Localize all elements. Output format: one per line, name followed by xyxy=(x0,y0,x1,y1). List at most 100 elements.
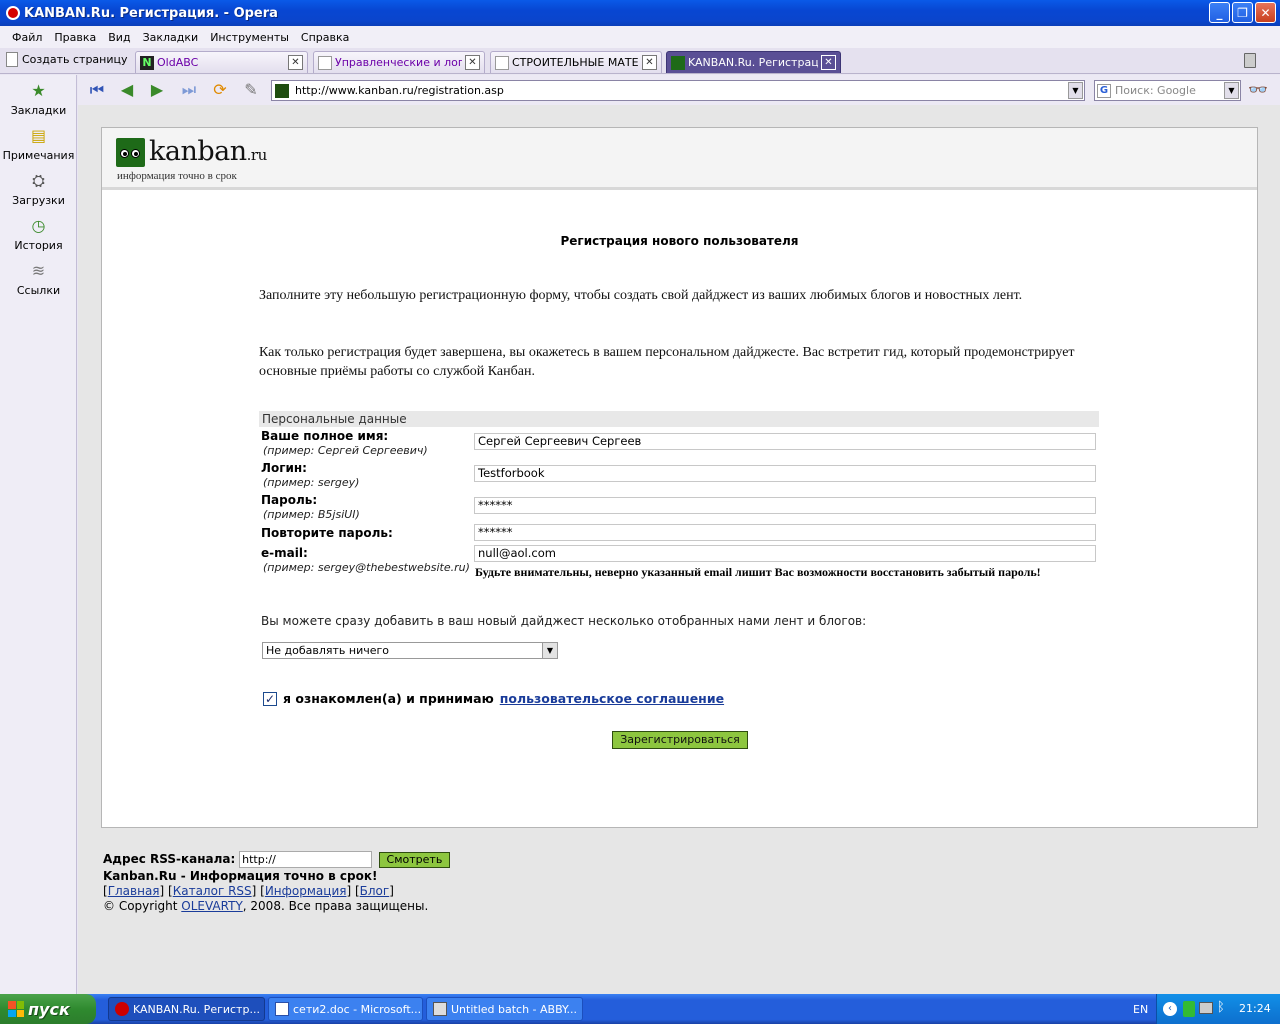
agreement-checkbox[interactable]: ✓ xyxy=(263,691,277,706)
page-title: Регистрация нового пользователя xyxy=(560,234,799,248)
forward-icon[interactable]: ▶ xyxy=(146,80,168,100)
panel-notes[interactable]: ▤ Примечания xyxy=(0,125,77,162)
google-icon: G xyxy=(1097,83,1111,98)
rss-url-field[interactable]: http:// xyxy=(239,851,373,868)
page-icon xyxy=(495,55,509,70)
name-hint: (пример: Сергей Сергеевич) xyxy=(263,444,428,457)
menu-help[interactable]: Справка xyxy=(295,31,355,44)
search-dropdown-icon[interactable]: ▼ xyxy=(1224,82,1239,99)
chevron-down-icon[interactable]: ▼ xyxy=(542,643,557,658)
edit-icon[interactable]: ✎ xyxy=(240,80,262,100)
tab-bar: Создать страницу N OldABC ✕ Управленческ… xyxy=(0,48,1280,74)
start-button[interactable]: пуск xyxy=(0,994,96,1024)
footer-link-catalog[interactable]: Каталог RSS xyxy=(173,884,252,898)
start-label: пуск xyxy=(28,999,70,1019)
close-button[interactable]: ✕ xyxy=(1255,2,1276,23)
menu-bookmarks[interactable]: Закладки xyxy=(137,31,205,44)
page-icon xyxy=(318,55,332,70)
fast-forward-icon[interactable]: ⏭ xyxy=(178,80,200,100)
downloads-icon: ⛭ xyxy=(32,171,45,190)
windows-flag-icon xyxy=(8,1001,24,1017)
tab-building[interactable]: СТРОИТЕЛЬНЫЕ МАТЕР... ✕ xyxy=(490,51,662,73)
feeds-select[interactable]: Не добавлять ничего ▼ xyxy=(262,642,558,659)
menu-edit[interactable]: Правка xyxy=(48,31,102,44)
clock[interactable]: 21:24 xyxy=(1239,1002,1271,1015)
password-label: Пароль: xyxy=(261,493,318,507)
address-dropdown-icon[interactable]: ▼ xyxy=(1068,82,1083,99)
panel-downloads[interactable]: ⛭ Загрузки xyxy=(0,170,77,207)
footer-link-home[interactable]: Главная xyxy=(108,884,160,898)
password-repeat-field[interactable]: ****** xyxy=(474,524,1096,541)
address-bar[interactable]: http://www.kanban.ru/registration.asp ▼ xyxy=(271,80,1085,101)
tray-security-icon[interactable] xyxy=(1183,1001,1195,1017)
back-icon[interactable]: ◀ xyxy=(116,80,138,100)
tray-network-icon[interactable] xyxy=(1199,1002,1213,1014)
windows-taskbar: пуск KANBAN.Ru. Регистр... сети2.doc - M… xyxy=(0,994,1280,1024)
section-personal-data: Персональные данные xyxy=(259,411,1099,427)
olevarty-link[interactable]: OLEVARTY xyxy=(181,899,243,913)
word-document-icon xyxy=(275,1002,289,1016)
email-hint: (пример: sergey@thebestwebsite.ru) xyxy=(263,561,470,574)
panel-links[interactable]: ≋ Ссылки xyxy=(0,260,77,297)
navigation-bar: ⏮ ◀ ▶ ⏭ ⟳ ✎ http://www.kanban.ru/registr… xyxy=(78,75,1280,105)
language-indicator[interactable]: EN xyxy=(1133,1003,1148,1016)
task-word[interactable]: сети2.doc - Microsoft... xyxy=(268,997,423,1021)
user-agreement-link[interactable]: пользовательское соглашение xyxy=(500,691,724,706)
system-tray: ‹ ᛒ 21:24 xyxy=(1156,994,1280,1024)
search-box[interactable]: G Поиск: Google ▼ xyxy=(1094,80,1241,101)
page-footer: Адрес RSS-канала: http:// Смотреть Kanba… xyxy=(103,850,450,914)
close-tab-icon[interactable]: ✕ xyxy=(642,55,657,70)
site-tagline: информация точно в срок xyxy=(117,170,237,182)
tab-oldabc[interactable]: N OldABC ✕ xyxy=(135,51,308,73)
zoom-glasses-icon[interactable]: 👓 xyxy=(1248,80,1268,99)
site-logo-text[interactable]: kanban.ru xyxy=(149,136,267,167)
footer-links: [Главная] [Каталог RSS] [Информация] [Бл… xyxy=(103,884,394,898)
footer-link-info[interactable]: Информация xyxy=(265,884,347,898)
full-name-field[interactable]: Сергей Сергеевич Сергеев xyxy=(474,433,1096,450)
rss-label: Адрес RSS-канала: xyxy=(103,852,236,866)
address-url: http://www.kanban.ru/registration.asp xyxy=(295,84,504,97)
footer-link-blog[interactable]: Блог xyxy=(360,884,390,898)
close-tab-icon[interactable]: ✕ xyxy=(288,55,303,70)
email-warning: Будьте внимательны, неверно указанный em… xyxy=(475,565,1041,579)
footer-slogan: Kanban.Ru - Информация точно в срок! xyxy=(103,869,378,883)
close-tab-icon[interactable]: ✕ xyxy=(821,55,836,70)
kanban-logo-icon[interactable] xyxy=(116,138,145,167)
agreement-row: ✓ я ознакомлен(а) и принимаю пользовател… xyxy=(263,691,724,706)
register-button[interactable]: Зарегистрироваться xyxy=(612,731,748,749)
site-header: kanban.ru информация точно в срок xyxy=(102,128,1257,190)
panel-bookmarks[interactable]: ★ Закладки xyxy=(0,80,77,117)
task-abbyy[interactable]: Untitled batch - ABBY... xyxy=(426,997,583,1021)
password-repeat-label: Повторите пароль: xyxy=(261,526,393,540)
panel-history[interactable]: ◷ История xyxy=(0,215,77,252)
password-field[interactable]: ****** xyxy=(474,497,1096,514)
bluetooth-icon[interactable]: ᛒ xyxy=(1217,1000,1225,1015)
kanban-favicon-icon xyxy=(671,55,685,70)
bookmarks-icon: ★ xyxy=(31,81,46,100)
tab-management[interactable]: Управленческие и логи... ✕ xyxy=(313,51,485,73)
menu-file[interactable]: Файл xyxy=(6,31,48,44)
task-label: KANBAN.Ru. Регистр... xyxy=(133,1002,260,1016)
rewind-icon[interactable]: ⏮ xyxy=(86,80,108,100)
opera-icon xyxy=(115,1002,129,1016)
side-panel: ★ Закладки ▤ Примечания ⛭ Загрузки ◷ Ист… xyxy=(0,75,77,994)
close-tab-icon[interactable]: ✕ xyxy=(465,55,480,70)
tab-label: KANBAN.Ru. Регистрация. xyxy=(688,56,818,69)
tab-kanban[interactable]: KANBAN.Ru. Регистрация. ✕ xyxy=(666,51,841,73)
menu-view[interactable]: Вид xyxy=(102,31,136,44)
trash-icon[interactable] xyxy=(1244,53,1256,68)
new-page-button[interactable]: Создать страницу xyxy=(6,52,128,67)
feeds-label: Вы можете сразу добавить в ваш новый дай… xyxy=(261,614,867,628)
registration-card: kanban.ru информация точно в срок Регист… xyxy=(101,127,1258,828)
tray-arrow-icon[interactable]: ‹ xyxy=(1163,1002,1177,1016)
email-field[interactable]: null@aol.com xyxy=(474,545,1096,562)
menu-tools[interactable]: Инструменты xyxy=(204,31,295,44)
opera-icon xyxy=(6,6,20,20)
rss-view-button[interactable]: Смотреть xyxy=(378,851,450,868)
minimize-button[interactable]: _ xyxy=(1209,2,1230,23)
task-opera[interactable]: KANBAN.Ru. Регистр... xyxy=(108,997,265,1021)
reload-icon[interactable]: ⟳ xyxy=(209,80,231,100)
login-field[interactable]: Testforbook xyxy=(474,465,1096,482)
tab-label: OldABC xyxy=(157,56,199,69)
maximize-button[interactable]: ❐ xyxy=(1232,2,1253,23)
